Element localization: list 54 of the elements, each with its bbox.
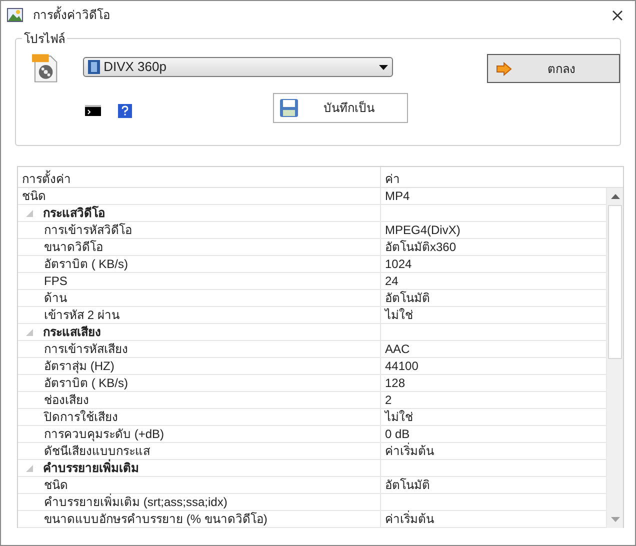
property-name: ช่องเสียง <box>44 392 89 408</box>
property-name: การเข้ารหัสเสียง <box>44 341 128 357</box>
property-name: ดัชนีเสียงแบบกระแส <box>44 443 150 459</box>
expanded-arrow-icon[interactable] <box>26 464 33 472</box>
property-value[interactable]: ไม่ใช่ <box>385 409 413 425</box>
property-value[interactable]: ไม่ใช่ <box>385 307 413 323</box>
property-name: อัตราบิต ( KB/s) <box>44 375 128 391</box>
save-as-button[interactable]: บันทึกเป็น <box>272 93 408 123</box>
property-name: อัตราสุ่ม (HZ) <box>44 358 114 374</box>
property-name: ขนาดวิดีโอ <box>44 239 103 255</box>
property-value[interactable]: 44100 <box>385 358 418 374</box>
app-icon <box>7 8 23 22</box>
property-value[interactable]: ค่าเริ่มต้น <box>385 511 434 527</box>
property-name: ชนิด <box>44 477 68 493</box>
property-name: ปิดการใช้เสียง <box>44 409 118 425</box>
property-value[interactable]: อัตโนมัติ <box>385 477 430 493</box>
group-label: กระแสวิดีโอ <box>43 205 105 221</box>
expanded-arrow-icon[interactable] <box>26 328 33 336</box>
property-value[interactable]: 1024 <box>385 256 412 272</box>
property-name: คำบรรยายเพิ่มเติม (srt;ass;ssa;idx) <box>44 494 228 510</box>
property-name: ชนิด <box>22 188 46 204</box>
command-prompt-icon[interactable] <box>84 105 101 116</box>
property-value[interactable]: ค่าเริ่มต้น <box>385 443 434 459</box>
scroll-thumb[interactable] <box>608 205 622 359</box>
property-value[interactable]: MP4 <box>385 188 410 204</box>
ok-button[interactable]: ตกลง <box>486 54 620 83</box>
expanded-arrow-icon[interactable] <box>26 210 33 216</box>
property-value[interactable]: AAC <box>385 341 410 357</box>
close-icon[interactable] <box>612 10 623 20</box>
property-value[interactable]: 2 <box>385 392 392 408</box>
arrow-icon <box>496 62 512 76</box>
property-value[interactable]: 24 <box>385 273 398 289</box>
column-header: ค่า <box>384 171 401 187</box>
scrollbar[interactable] <box>606 188 623 528</box>
group-label: กระแสเสียง <box>43 324 101 340</box>
property-value[interactable]: 0 dB <box>385 426 410 442</box>
property-name: FPS <box>44 273 68 289</box>
dropdown-arrow-icon <box>378 64 388 70</box>
property-value[interactable]: อัตโนมัติ <box>385 290 430 306</box>
property-name: การเข้ารหัสวิดีโอ <box>44 222 132 238</box>
property-name: เข้ารหัส 2 ผ่าน <box>44 307 120 323</box>
film-icon <box>88 60 100 74</box>
property-name: ขนาดแบบอักษรคำบรรยาย (% ขนาดวิดีโอ) <box>44 511 268 527</box>
column-header: การตั้งค่า <box>18 167 381 187</box>
help-icon[interactable] <box>118 104 132 118</box>
property-value[interactable]: อัตโนมัติx360 <box>385 239 456 255</box>
profile-dropdown[interactable]: DIVX 360p <box>82 57 393 77</box>
property-value[interactable]: 128 <box>385 375 406 391</box>
property-name: อัตราบิต ( KB/s) <box>44 256 128 272</box>
window-title: การตั้งค่าวิดีโอ <box>33 6 110 24</box>
property-value[interactable]: MPEG4(DivX) <box>385 222 460 238</box>
property-name: การควบคุมระดับ (+dB) <box>44 426 164 442</box>
property-name: ด้าน <box>44 290 67 306</box>
group-label: คำบรรยายเพิ่มเติม <box>43 460 139 476</box>
